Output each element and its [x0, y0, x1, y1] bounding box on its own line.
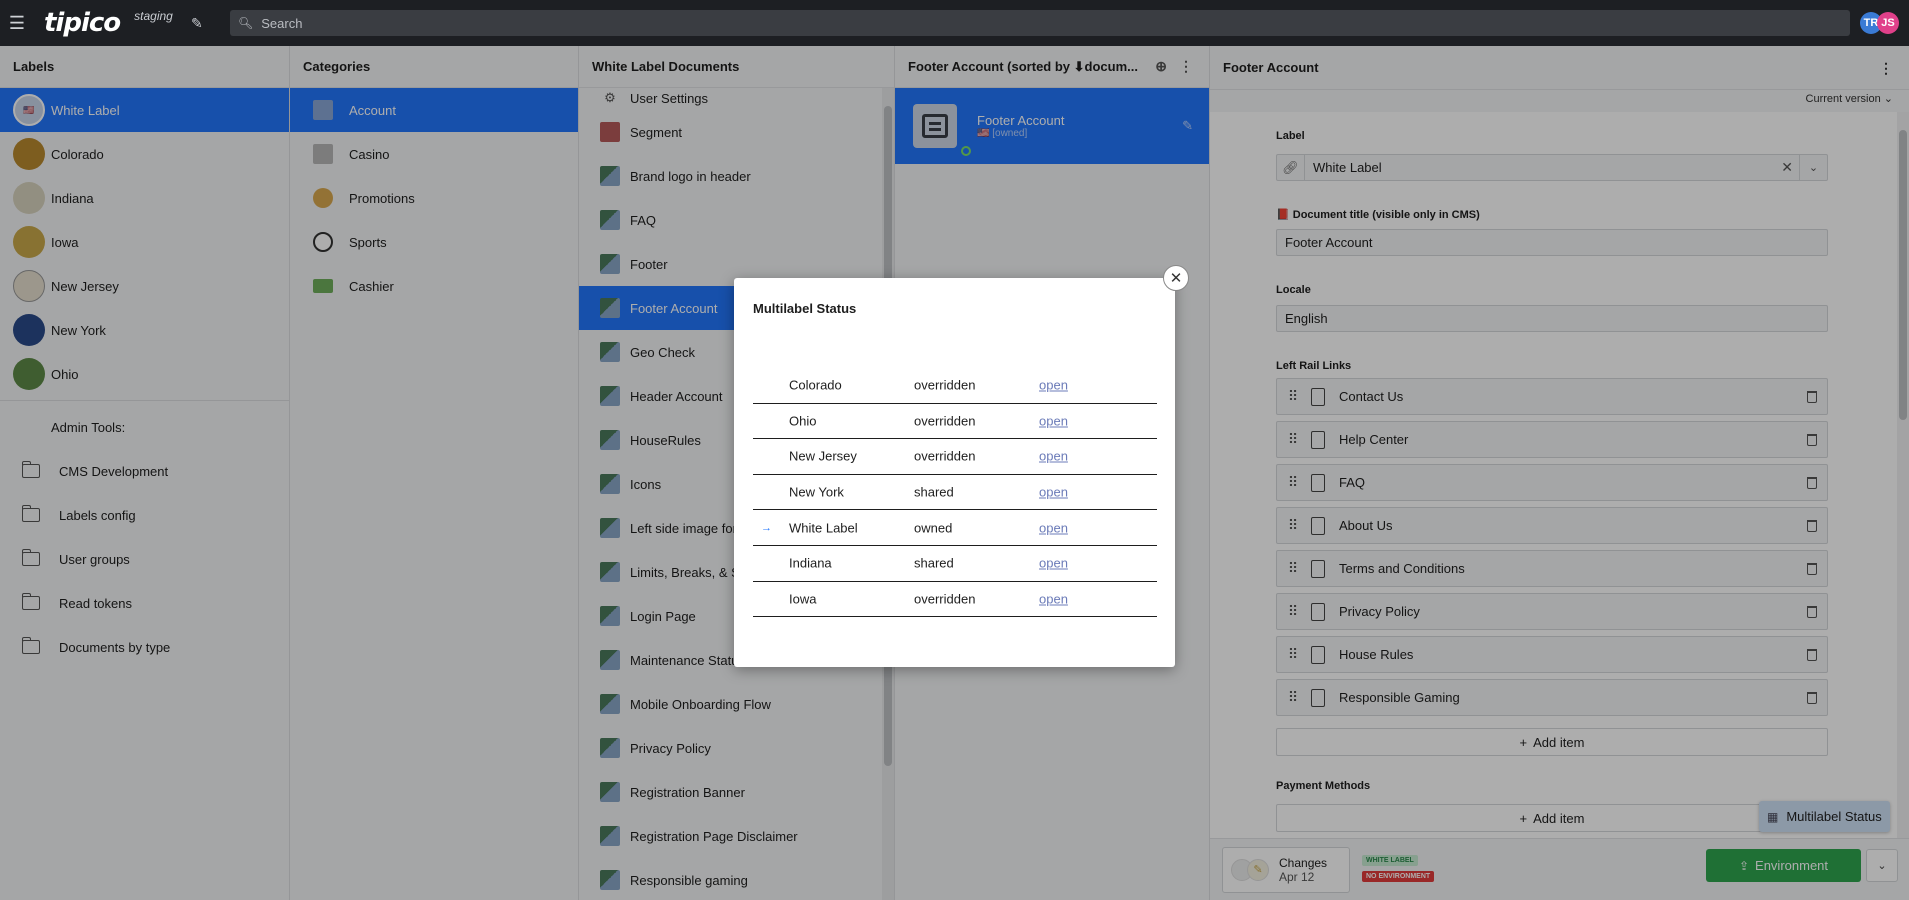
row-label: White Label: [789, 520, 858, 536]
multilabel-status-dialog: ✕ Multilabel Status Colorado overridden …: [734, 265, 1189, 667]
table-row: Indiana shared open: [753, 546, 1157, 582]
row-label: Iowa: [789, 591, 817, 607]
top-bar: ☰ tipico staging ✎ 🔍︎ Search TR JS: [0, 0, 1909, 46]
environment-label: staging: [134, 9, 173, 23]
row-label: New York: [789, 484, 844, 500]
multilabel-status-table: Colorado overridden open Ohio overridden…: [753, 368, 1157, 618]
open-link[interactable]: open: [1039, 556, 1068, 571]
search-placeholder: Search: [261, 15, 303, 31]
table-row: New York shared open: [753, 475, 1157, 511]
open-link[interactable]: open: [1039, 520, 1068, 535]
row-label: Ohio: [789, 413, 817, 429]
table-row-current: → White Label owned open: [753, 510, 1157, 546]
open-link[interactable]: open: [1039, 449, 1068, 464]
row-label: Indiana: [789, 555, 832, 571]
menu-icon[interactable]: ☰: [0, 0, 34, 46]
row-status: owned: [914, 520, 953, 536]
row-status: overridden: [914, 591, 976, 607]
row-status: overridden: [914, 448, 976, 464]
row-status: overridden: [914, 377, 976, 393]
row-label: Colorado: [789, 377, 842, 393]
close-icon[interactable]: ✕: [1163, 265, 1189, 291]
row-status: shared: [914, 555, 954, 571]
open-link[interactable]: open: [1039, 485, 1068, 500]
row-status: overridden: [914, 413, 976, 429]
open-link[interactable]: open: [1039, 413, 1068, 428]
table-row: New Jersey overridden open: [753, 439, 1157, 475]
row-label: New Jersey: [789, 448, 857, 464]
table-row: Colorado overridden open: [753, 368, 1157, 404]
open-link[interactable]: open: [1039, 378, 1068, 393]
search-icon: 🔍︎: [238, 16, 254, 30]
table-row: Ohio overridden open: [753, 404, 1157, 440]
user-avatars[interactable]: TR JS: [1860, 12, 1899, 34]
row-status: shared: [914, 484, 954, 500]
current-arrow-icon: →: [761, 521, 772, 534]
avatar[interactable]: JS: [1877, 12, 1899, 34]
search-bar[interactable]: 🔍︎ Search: [230, 10, 1850, 36]
open-link[interactable]: open: [1039, 591, 1068, 606]
dialog-title: Multilabel Status: [753, 301, 857, 316]
app-logo[interactable]: tipico: [44, 8, 121, 38]
compose-icon[interactable]: ✎: [185, 15, 209, 32]
table-row: Iowa overridden open: [753, 582, 1157, 618]
